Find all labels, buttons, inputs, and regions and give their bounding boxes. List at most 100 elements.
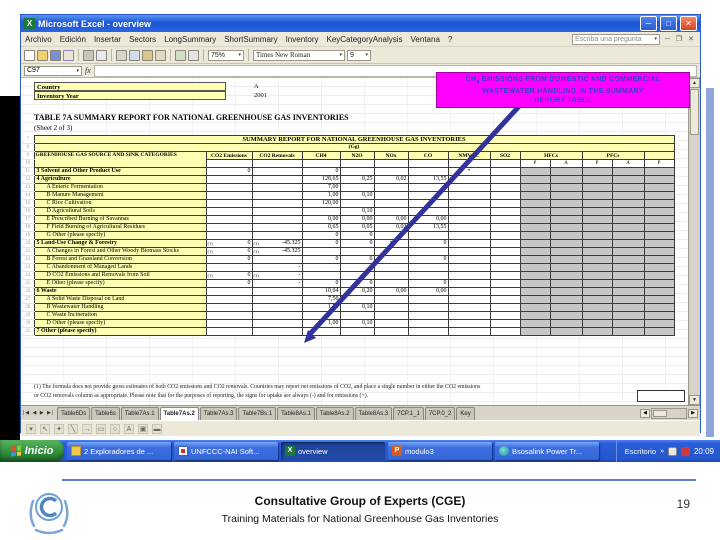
value-cell-pfcp[interactable]	[581, 223, 613, 232]
value-cell-ch4[interactable]	[301, 263, 341, 272]
value-cell-so2[interactable]	[489, 167, 521, 176]
value-cell-nmvoc[interactable]	[447, 207, 491, 216]
value-cell-so2[interactable]	[489, 287, 521, 296]
value-cell-nmvoc[interactable]	[447, 327, 491, 336]
value-cell-so2[interactable]	[489, 255, 521, 264]
value-cell-ex[interactable]	[643, 255, 675, 264]
value-cell-hfca[interactable]	[549, 239, 583, 248]
empty-bordered-cell[interactable]	[637, 390, 685, 402]
value-cell-co2r[interactable]: -	[251, 263, 303, 272]
taskbar-button-2-exploradores-de[interactable]: 2 Exploradores de ...	[67, 442, 171, 460]
value-cell-co2e[interactable]	[205, 303, 253, 312]
value-cell-co2e[interactable]: (1) 0	[205, 239, 253, 248]
value-cell-pfcp[interactable]	[581, 279, 613, 288]
value-cell-pfca[interactable]	[611, 207, 645, 216]
value-cell-co2r[interactable]	[251, 223, 303, 232]
value-cell-co2r[interactable]	[251, 207, 303, 216]
value-cell-ch4[interactable]	[301, 311, 341, 320]
country-value-cell[interactable]: A	[254, 83, 314, 90]
font-size-select[interactable]: 9 ▾	[347, 49, 371, 61]
row-number[interactable]: 23	[22, 263, 34, 272]
value-cell-n2o[interactable]: 0	[339, 239, 375, 248]
value-cell-co2r[interactable]	[251, 287, 303, 296]
row-number[interactable]: 16	[22, 207, 34, 216]
redo-icon[interactable]	[188, 49, 199, 61]
value-cell-nox[interactable]: 0,02	[373, 175, 409, 184]
value-cell-pfcp[interactable]	[581, 287, 613, 296]
value-cell-ch4[interactable]: 7,50	[301, 295, 341, 304]
value-cell-ch4[interactable]	[301, 271, 341, 280]
value-cell-hfcp[interactable]	[519, 207, 551, 216]
value-cell-co[interactable]	[407, 167, 449, 176]
category-cell-c-abandonment-of-managed-lands[interactable]: C Abandonment of Managed Lands	[33, 263, 207, 272]
category-header-cell[interactable]: GREENHOUSE GAS SOURCE AND SINK CATEGORIE…	[33, 151, 207, 168]
value-cell-so2[interactable]	[489, 271, 521, 280]
workbook-window-buttons[interactable]: ─ ❐ ✕	[665, 35, 696, 43]
value-cell-co[interactable]	[407, 327, 449, 336]
inventory-year-label-cell[interactable]: Inventory Year	[34, 91, 226, 100]
start-button[interactable]: Inicio	[0, 440, 64, 462]
fill-color-icon[interactable]: ▣	[138, 423, 148, 434]
value-cell-ex[interactable]	[643, 247, 675, 256]
value-cell-pfcp[interactable]	[581, 327, 613, 336]
value-cell-ch4[interactable]: 7,00	[301, 183, 341, 192]
row-number[interactable]: 24	[22, 271, 34, 280]
value-cell-co2e[interactable]	[205, 215, 253, 224]
subheader-empty-cell[interactable]	[251, 159, 303, 168]
value-cell-co2r[interactable]: (1) -45.325	[251, 247, 303, 256]
value-cell-pfca[interactable]	[611, 287, 645, 296]
value-cell-pfca[interactable]	[611, 271, 645, 280]
row-number[interactable]: 11	[22, 167, 34, 176]
value-cell-pfcp[interactable]	[581, 199, 613, 208]
value-cell-nox[interactable]	[373, 271, 409, 280]
value-cell-hfcp[interactable]	[519, 303, 551, 312]
row-number[interactable]: 30	[22, 319, 34, 328]
value-cell-ch4[interactable]	[301, 327, 341, 336]
value-cell-nox[interactable]	[373, 319, 409, 328]
header-cell-ch4[interactable]: CH4	[301, 151, 341, 160]
value-cell-co2r[interactable]: -	[251, 279, 303, 288]
category-cell-5-land-use-change-forestry[interactable]: 5 Land-Use Change & Forestry	[33, 239, 207, 248]
subheader-empty-cell[interactable]	[489, 159, 521, 168]
value-cell-pfca[interactable]	[611, 295, 645, 304]
value-cell-hfca[interactable]	[549, 183, 583, 192]
value-cell-co2r[interactable]	[251, 175, 303, 184]
value-cell-pfca[interactable]	[611, 311, 645, 320]
row-number[interactable]: 31	[22, 327, 34, 336]
value-cell-ch4[interactable]: 1,00	[301, 319, 341, 328]
value-cell-n2o[interactable]	[339, 311, 375, 320]
subheader-empty-cell[interactable]	[339, 159, 375, 168]
value-cell-ch4[interactable]: 0	[301, 167, 341, 176]
header-cell-n2o[interactable]: N2O	[339, 151, 375, 160]
row-number[interactable]: 21	[22, 247, 34, 256]
rectangle-icon[interactable]: ▭	[96, 423, 106, 434]
menu-shortsummary[interactable]: ShortSummary	[224, 35, 277, 44]
value-cell-ex[interactable]	[643, 311, 675, 320]
value-cell-nmvoc[interactable]	[447, 191, 491, 200]
value-cell-nmvoc[interactable]	[447, 247, 491, 256]
value-cell-ex[interactable]	[643, 231, 675, 240]
value-cell-so2[interactable]	[489, 199, 521, 208]
value-cell-n2o[interactable]: 0	[339, 255, 375, 264]
row-number[interactable]: 12	[22, 175, 34, 184]
value-cell-co2r[interactable]	[251, 295, 303, 304]
paste-icon[interactable]	[142, 49, 153, 61]
value-cell-hfcp[interactable]	[519, 215, 551, 224]
value-cell-nox[interactable]	[373, 191, 409, 200]
category-cell-b-manure-management[interactable]: B Manure Management	[33, 191, 207, 200]
value-cell-ch4[interactable]: 0,65	[301, 223, 341, 232]
value-cell-co2r[interactable]: (1) -	[251, 271, 303, 280]
category-cell-c-rice-cultivation[interactable]: C Rice Cultivation	[33, 199, 207, 208]
value-cell-ch4[interactable]: 10,04	[301, 287, 341, 296]
value-cell-co2r[interactable]: (1) -45.325	[251, 239, 303, 248]
tab-table7as-2[interactable]: Table7As.2	[159, 406, 199, 420]
value-cell-hfca[interactable]	[549, 207, 583, 216]
value-cell-hfca[interactable]	[549, 199, 583, 208]
cut-icon[interactable]	[116, 49, 127, 61]
value-cell-hfca[interactable]	[549, 223, 583, 232]
header-cell-ex[interactable]	[643, 151, 675, 160]
category-cell-c-waste-incineration[interactable]: C Waste Incineration	[33, 311, 207, 320]
row-number[interactable]: 20	[22, 239, 34, 248]
value-cell-ex[interactable]	[643, 215, 675, 224]
value-cell-n2o[interactable]	[339, 327, 375, 336]
